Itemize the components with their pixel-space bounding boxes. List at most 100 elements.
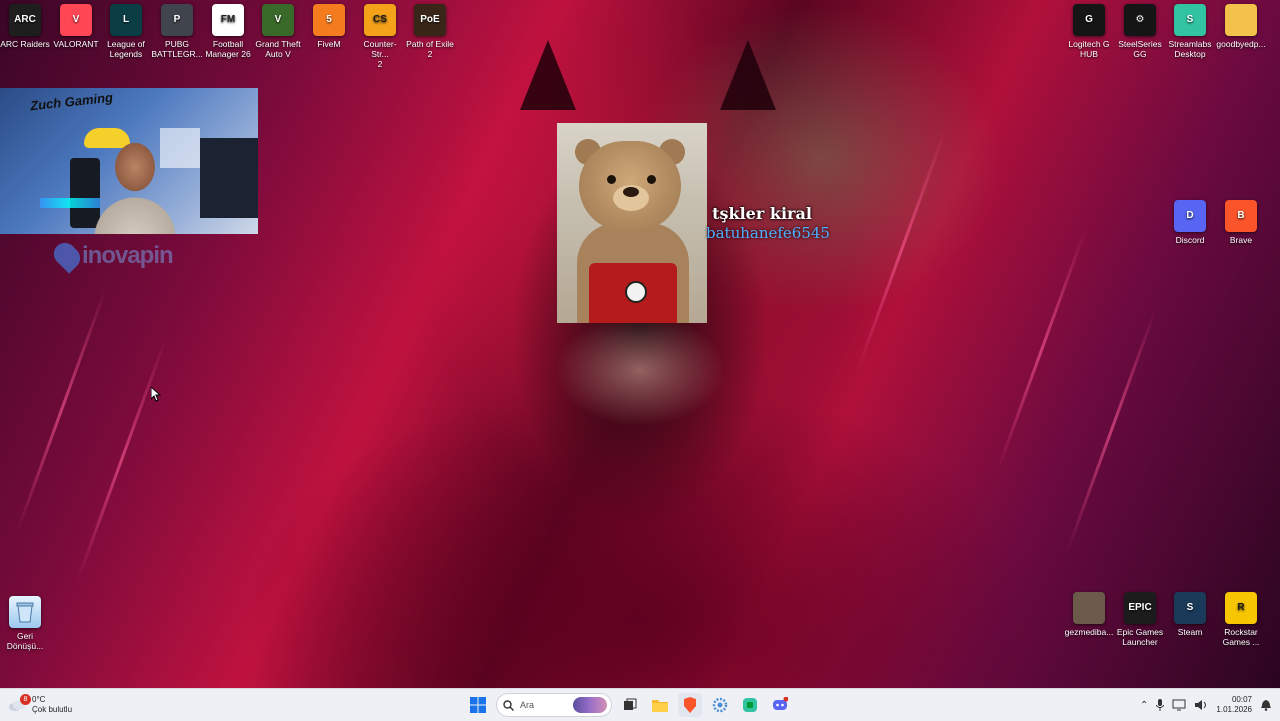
desktop-shortcut-icon[interactable]: ARC ARC Raiders	[0, 4, 50, 49]
desktop-shortcut-icon[interactable]: B Brave	[1216, 200, 1266, 245]
clock-time: 00:07	[1231, 695, 1252, 704]
desktop-shortcut-icon[interactable]: P PUBG BATTLEGR...	[151, 4, 203, 59]
notification-bell-icon[interactable]	[1260, 699, 1272, 711]
recycle-bin-label: Geri Dönüşü...	[6, 631, 44, 651]
system-tray: ⌃ 00:07 1.01.2026	[1140, 692, 1272, 718]
desktop-shortcut-icon[interactable]: 5 FiveM	[304, 4, 354, 49]
desktop-shortcut-label: Path of Exile 2	[406, 39, 454, 59]
desktop-app-logo: EPIC	[1124, 592, 1156, 624]
desktop-shortcut-label: Brave	[1229, 235, 1253, 245]
clock-date: 1.01.2026	[1216, 705, 1252, 714]
inovapin-watermark: inovapin	[49, 238, 174, 274]
recycle-bin-graphic	[9, 596, 41, 628]
desktop-shortcut-label: Discord	[1175, 235, 1205, 245]
wallpaper-crown-right	[720, 40, 776, 110]
desktop-shortcut-icon[interactable]: EPIC Epic Games Launcher	[1115, 592, 1165, 647]
taskbar-streamlabs[interactable]	[738, 693, 762, 717]
desktop-shortcut-icon[interactable]: goodbyedp...	[1216, 4, 1266, 49]
cloud-icon: 8	[8, 694, 31, 712]
desktop-app-logo: L	[110, 4, 142, 36]
weather-badge: 8	[20, 694, 31, 705]
desktop-app-logo: S	[1174, 592, 1206, 624]
desktop-app-logo: D	[1174, 200, 1206, 232]
discord-icon	[773, 697, 788, 710]
taskbar-file-explorer[interactable]	[648, 693, 672, 717]
bear-badge	[625, 281, 647, 303]
desktop-shortcut-label: Football Manager 26	[205, 39, 251, 59]
desktop-app-logo: S	[1174, 4, 1206, 36]
taskbar-discord[interactable]	[768, 693, 792, 717]
taskbar: 8 0°C Çok bulutlu Ara ⌃ 00:07 1.01.2026	[0, 688, 1280, 721]
wallpaper-streak	[15, 287, 108, 533]
alert-username: batuhanefe6545	[706, 224, 830, 242]
desktop-app-logo: G	[1073, 4, 1105, 36]
desktop-shortcut-label: League of Legends	[107, 39, 145, 59]
search-placeholder: Ara	[520, 700, 535, 710]
desktop-shortcut-icon[interactable]: gezmediba...	[1064, 592, 1114, 637]
desktop-shortcut-icon[interactable]: R Rockstar Games ...	[1216, 592, 1266, 647]
start-button[interactable]	[466, 693, 490, 717]
bear-nose	[623, 187, 639, 197]
volume-icon[interactable]	[1194, 699, 1208, 711]
desktop-app-logo: ⚙	[1124, 4, 1156, 36]
desktop-app-logo	[1225, 4, 1257, 36]
task-view-icon	[624, 698, 637, 710]
desktop-app-logo: V	[60, 4, 92, 36]
webcam-monitor	[200, 138, 258, 218]
wallpaper-streak	[855, 127, 948, 373]
desktop-shortcut-icon[interactable]: V Grand Theft Auto V	[253, 4, 303, 59]
taskbar-search[interactable]: Ara	[496, 693, 612, 717]
task-view-button[interactable]	[618, 693, 642, 717]
donation-alert-text: tşkler kiral batuhanefe6545	[706, 204, 830, 242]
wallpaper-streak	[75, 337, 168, 583]
desktop-shortcut-label: Counter-Str... 2	[363, 39, 397, 69]
clock[interactable]: 00:07 1.01.2026	[1216, 695, 1252, 715]
desktop-shortcut-icon[interactable]: FM Football Manager 26	[203, 4, 253, 59]
desktop-wallpaper: ARC ARC Raiders V VALORANT L League of Legend…	[0, 0, 1280, 688]
desktop-app-logo: R	[1225, 592, 1257, 624]
weather-desc: Çok bulutlu	[32, 705, 73, 714]
desktop-app-logo: V	[262, 4, 294, 36]
desktop-shortcut-label: goodbyedp...	[1216, 39, 1266, 49]
desktop-app-logo: P	[161, 4, 193, 36]
network-icon[interactable]	[1172, 699, 1186, 711]
webcam-wall-graffiti: Zuch Gaming	[29, 89, 114, 114]
desktop-shortcut-icon[interactable]: S Streamlabs Desktop	[1165, 4, 1215, 59]
desktop-shortcut-icon[interactable]: PoE Path of Exile 2	[405, 4, 455, 59]
desktop-shortcut-icon[interactable]: D Discord	[1165, 200, 1215, 245]
desktop-app-logo: FM	[212, 4, 244, 36]
microphone-icon[interactable]	[1156, 699, 1165, 711]
webcam-overlay: Zuch Gaming	[0, 88, 258, 234]
desktop-shortcut-icon[interactable]: CS Counter-Str... 2	[355, 4, 405, 69]
taskbar-brave[interactable]	[678, 693, 702, 717]
wallpaper-streak	[1065, 307, 1158, 553]
brave-icon	[684, 697, 696, 713]
desktop-shortcut-icon[interactable]: S Steam	[1165, 592, 1215, 637]
desktop-app-logo	[1073, 592, 1105, 624]
folder-icon	[652, 700, 668, 712]
webcam-led-lights	[40, 198, 100, 208]
desktop-shortcut-icon[interactable]: G Logitech G HUB	[1064, 4, 1114, 59]
bear-eye-right	[647, 175, 656, 184]
desktop-shortcut-label: Streamlabs Desktop	[1168, 39, 1212, 59]
desktop-app-logo: 5	[313, 4, 345, 36]
desktop-shortcut-label: PUBG BATTLEGR...	[151, 39, 203, 59]
desktop-shortcut-icon[interactable]: L League of Legends	[101, 4, 151, 59]
wallpaper-crown-left	[520, 40, 576, 110]
recycle-bin-icon[interactable]: Geri Dönüşü...	[0, 596, 50, 651]
gear-icon	[712, 697, 728, 713]
desktop-shortcut-label: Logitech G HUB	[1068, 39, 1110, 59]
desktop-shortcut-label: SteelSeries GG	[1118, 39, 1162, 59]
desktop-shortcut-label: Grand Theft Auto V	[255, 39, 301, 59]
alert-message: tşkler kiral	[712, 204, 812, 223]
desktop-shortcut-icon[interactable]: V VALORANT	[51, 4, 101, 49]
mouse-cursor-icon	[151, 387, 161, 402]
desktop-shortcut-icon[interactable]: ⚙ SteelSeries GG	[1115, 4, 1165, 59]
bear-eye-left	[607, 175, 616, 184]
desktop-shortcut-label: VALORANT	[53, 39, 99, 49]
desktop-app-logo: B	[1225, 200, 1257, 232]
taskbar-settings-app[interactable]	[708, 693, 732, 717]
desktop-app-logo: CS	[364, 4, 396, 36]
weather-widget[interactable]: 8 0°C Çok bulutlu	[8, 692, 72, 718]
chevron-up-icon[interactable]: ⌃	[1140, 700, 1148, 711]
